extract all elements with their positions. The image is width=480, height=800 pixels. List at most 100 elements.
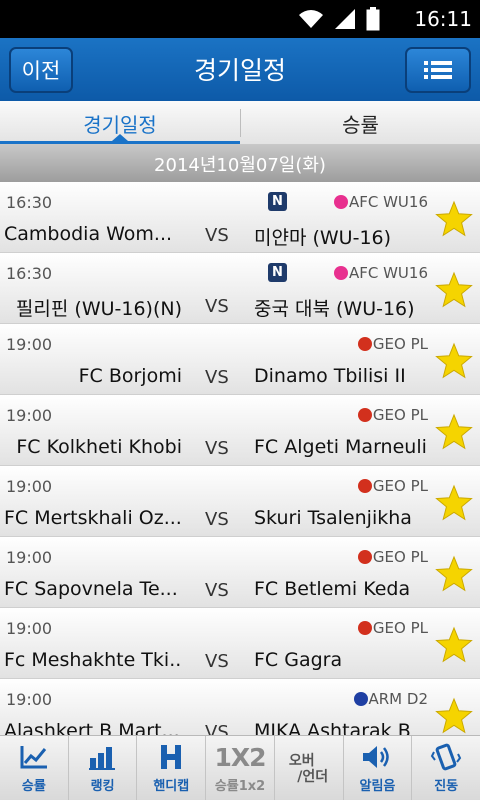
home-team: 필리핀 (WU-16)(N) (15, 298, 182, 320)
league-name: GEO PL (372, 548, 428, 566)
league-name: GEO PL (372, 619, 428, 637)
league-name: AFC WU16 (348, 264, 428, 282)
home-team: Fc Meshakhte Tki... (4, 649, 182, 671)
list-menu-icon (424, 61, 452, 79)
league-tag: GEO PL (357, 335, 428, 353)
menu-button[interactable] (405, 47, 471, 93)
league-dot-icon (357, 337, 372, 351)
favorite-star-icon[interactable] (435, 271, 473, 309)
tab-bar: 경기일정 승률 (0, 101, 480, 145)
match-time: 19:00 (6, 406, 53, 425)
favorite-star-icon[interactable] (435, 626, 473, 664)
line-chart-icon (19, 742, 49, 772)
favorite-star-icon[interactable] (435, 413, 473, 451)
league-dot-icon (333, 266, 348, 280)
nav-button-over-under[interactable]: 오버/언더 (275, 736, 344, 800)
status-time: 16:11 (414, 7, 472, 31)
nav-button-line-chart[interactable]: 승률 (0, 736, 69, 800)
nav-label: 핸디캡 (153, 779, 190, 794)
tab-indicator-arrow (112, 134, 128, 141)
home-team: FC Mertskhali Oz... (4, 507, 182, 529)
home-team: Cambodia Wom... (4, 223, 173, 245)
1x2-icon: 1X2 (214, 742, 266, 772)
match-row[interactable]: 19:00 FC Mertskhali Oz... VS Skuri Tsalenji… (0, 466, 480, 537)
vibrate-icon (430, 742, 462, 772)
league-name: GEO PL (372, 406, 428, 424)
league-name: GEO PL (372, 477, 428, 495)
vs-label: VS (205, 367, 229, 388)
nav-button-bar-chart[interactable]: 랭킹 (69, 736, 138, 800)
h-letter-icon (158, 742, 184, 772)
match-time: 19:00 (6, 619, 53, 638)
match-row[interactable]: 19:00 Fc Meshakhte Tki... VS FC Gagra GEO PL (0, 608, 480, 679)
vs-label: VS (205, 722, 229, 735)
nav-button-vibrate[interactable]: 진동 (412, 736, 480, 800)
tab-indicator (0, 141, 240, 144)
favorite-star-icon[interactable] (435, 484, 473, 522)
favorite-star-icon[interactable] (435, 555, 473, 593)
nav-label: 진동 (434, 779, 459, 794)
away-team: 미얀마 (WU-16) (254, 227, 392, 249)
away-team: FC Gagra (254, 649, 343, 671)
match-time: 19:00 (6, 477, 53, 496)
match-row[interactable]: 19:00 Alashkert B Mart... VS MIKA Ashtarak … (0, 679, 480, 735)
match-time: 16:30 (6, 264, 53, 283)
league-dot-icon (357, 621, 372, 635)
match-time: 19:00 (6, 335, 53, 354)
match-time: 16:30 (6, 193, 53, 212)
home-team: Alashkert B Mart... (4, 720, 180, 735)
icon-text-bottom: /언더 (297, 769, 329, 785)
home-team: FC Kolkheti Khobi (16, 436, 182, 458)
league-tag: GEO PL (357, 619, 428, 637)
match-row[interactable]: 16:30 Cambodia Wom... VS 미얀마 (WU-16) N AFC WU… (0, 182, 480, 253)
match-row[interactable]: 19:00 FC Kolkheti Khobi VS FC Algeti Marneu… (0, 395, 480, 466)
favorite-star-icon[interactable] (435, 697, 473, 735)
league-dot-icon (333, 195, 348, 209)
match-row[interactable]: 19:00 FC Borjomi VS Dinamo Tbilisi II GEO PL (0, 324, 480, 395)
away-team: FC Algeti Marneuli (254, 436, 427, 458)
league-name: AFC WU16 (348, 193, 428, 211)
league-name: GEO PL (372, 335, 428, 353)
home-team: FC Borjomi (78, 365, 182, 387)
vs-label: VS (205, 580, 229, 601)
league-name: ARM D2 (368, 690, 429, 708)
signal-icon (335, 9, 355, 29)
away-team: FC Betlemi Keda (254, 578, 411, 600)
league-dot-icon (353, 692, 368, 706)
tab-win-rate[interactable]: 승률 (241, 101, 480, 145)
nav-label: 승률1x2 (214, 779, 266, 794)
league-dot-icon (357, 550, 372, 564)
league-tag: GEO PL (357, 406, 428, 424)
new-badge: N (268, 263, 287, 282)
nav-button-1x2[interactable]: 1X2 승률1x2 (206, 736, 275, 800)
status-icons (298, 7, 380, 31)
speaker-icon (361, 742, 393, 772)
away-team: MIKA Ashtarak B (254, 720, 411, 735)
match-row[interactable]: 19:00 FC Sapovnela Te... VS FC Betlemi Keda… (0, 537, 480, 608)
league-tag: AFC WU16 (333, 193, 428, 211)
league-tag: GEO PL (357, 477, 428, 495)
vs-label: VS (205, 225, 229, 246)
league-tag: ARM D2 (353, 690, 429, 708)
new-badge: N (268, 192, 287, 211)
league-tag: AFC WU16 (333, 264, 428, 282)
match-time: 19:00 (6, 690, 53, 709)
match-list[interactable]: 16:30 Cambodia Wom... VS 미얀마 (WU-16) N AFC WU… (0, 182, 480, 735)
vs-label: VS (205, 438, 229, 459)
away-team: Dinamo Tbilisi II (254, 365, 406, 387)
battery-icon (366, 7, 380, 31)
favorite-star-icon[interactable] (435, 200, 473, 238)
nav-label: 승률 (21, 779, 46, 794)
match-row[interactable]: 16:30 필리핀 (WU-16)(N) VS 중국 대북 (WU-16) N AFC W… (0, 253, 480, 324)
league-dot-icon (357, 408, 372, 422)
league-tag: GEO PL (357, 548, 428, 566)
match-time: 19:00 (6, 548, 53, 567)
nav-label: 랭킹 (90, 779, 115, 794)
nav-button-h-letter[interactable]: 핸디캡 (137, 736, 207, 800)
nav-label: 알림음 (359, 779, 396, 794)
away-team: 중국 대북 (WU-16) (254, 298, 415, 320)
date-header: 2014년10월07일(화) (0, 145, 480, 182)
status-bar: 16:11 (0, 0, 480, 38)
favorite-star-icon[interactable] (435, 342, 473, 380)
nav-button-speaker[interactable]: 알림음 (344, 736, 413, 800)
